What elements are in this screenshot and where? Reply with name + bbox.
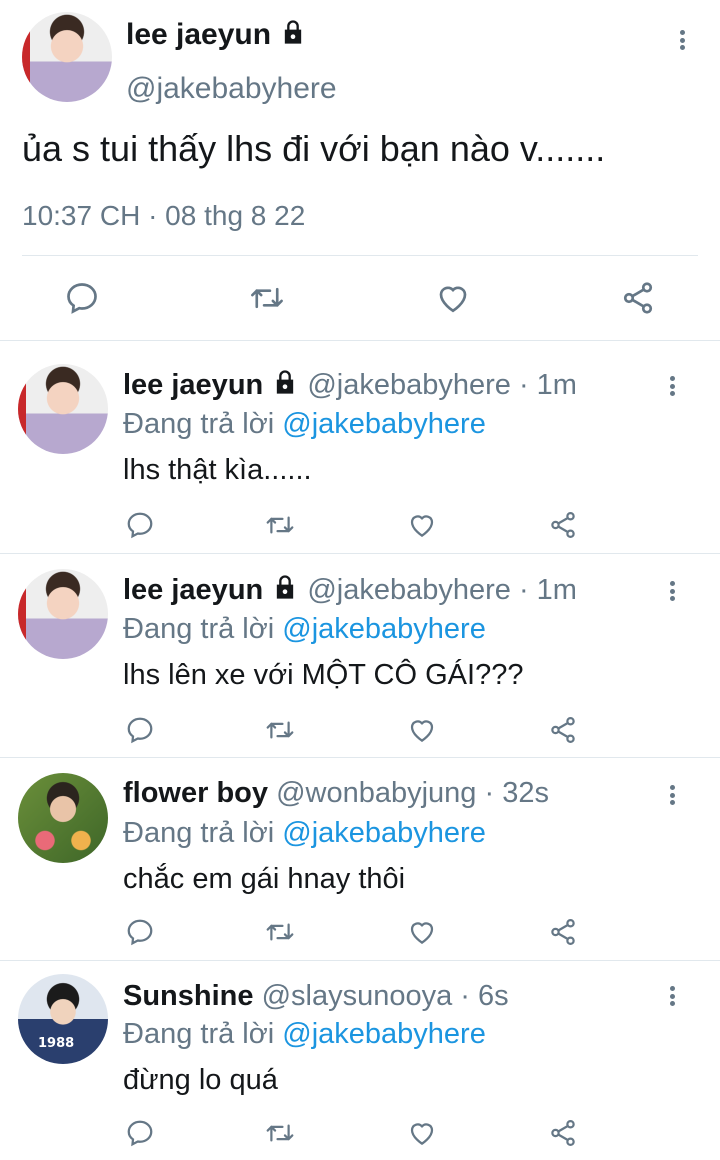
avatar[interactable] — [18, 569, 108, 659]
main-tweet: lee jaeyun @jakebabyhere ủa s tui thấy l… — [0, 0, 720, 340]
replying-to: Đang trả lời @jakebabyhere — [123, 408, 486, 440]
reply-header: lee jaeyun @jakebabyhere · 1m — [123, 368, 577, 402]
retweet-icon[interactable] — [264, 510, 296, 540]
reply-text: lhs thật kìa...... — [123, 454, 312, 486]
like-icon[interactable] — [406, 715, 438, 745]
avatar[interactable] — [18, 364, 108, 454]
relative-time: · 1m — [518, 369, 577, 401]
share-icon[interactable] — [620, 280, 656, 316]
like-icon[interactable] — [406, 917, 438, 947]
more-options-icon[interactable] — [672, 26, 692, 54]
replying-to: Đang trả lời @jakebabyhere — [123, 1018, 486, 1050]
like-icon[interactable] — [434, 280, 472, 316]
reply-icon[interactable] — [64, 280, 100, 316]
relative-time: · 1m — [518, 574, 577, 606]
relative-time: · 32s — [484, 777, 549, 809]
share-icon[interactable] — [548, 917, 578, 947]
reply-header: Sunshine @slaysunooya · 6s — [123, 980, 509, 1013]
display-name[interactable]: lee jaeyun — [126, 18, 307, 52]
like-icon[interactable] — [406, 510, 438, 540]
lock-icon — [284, 20, 302, 44]
share-icon[interactable] — [548, 1118, 578, 1148]
avatar[interactable] — [18, 974, 108, 1064]
mention-link[interactable]: @jakebabyhere — [282, 817, 486, 849]
share-icon[interactable] — [548, 715, 578, 745]
share-icon[interactable] — [548, 510, 578, 540]
divider — [0, 553, 720, 554]
retweet-icon[interactable] — [248, 280, 286, 316]
reply-header: flower boy @wonbabyjung · 32s — [123, 777, 549, 810]
reply-icon[interactable] — [125, 510, 155, 540]
retweet-icon[interactable] — [264, 715, 296, 745]
reply-header: lee jaeyun @jakebabyhere · 1m — [123, 573, 577, 607]
handle[interactable]: @wonbabyjung — [276, 777, 476, 809]
retweet-icon[interactable] — [264, 917, 296, 947]
divider — [0, 340, 720, 341]
more-options-icon[interactable] — [662, 982, 682, 1010]
mention-link[interactable]: @jakebabyhere — [282, 408, 486, 440]
like-icon[interactable] — [406, 1118, 438, 1148]
tweet-text: ủa s tui thấy lhs đi với bạn nào v......… — [22, 128, 606, 169]
divider — [0, 757, 720, 758]
replying-to: Đang trả lời @jakebabyhere — [123, 613, 486, 645]
reply-text: đừng lo quá — [123, 1064, 278, 1096]
timestamp: 10:37 CH · 08 thg 8 22 — [22, 200, 306, 231]
relative-time: · 6s — [460, 980, 509, 1012]
handle[interactable]: @jakebabyhere — [307, 574, 511, 606]
reply-tweet[interactable]: lee jaeyun @jakebabyhere · 1m Đang trả l… — [0, 555, 720, 755]
display-name[interactable]: Sunshine — [123, 980, 254, 1012]
reply-text: chắc em gái hnay thôi — [123, 863, 406, 895]
lock-icon — [277, 575, 294, 599]
divider — [22, 255, 698, 256]
display-name[interactable]: lee jaeyun — [123, 369, 263, 401]
replying-to: Đang trả lời @jakebabyhere — [123, 817, 486, 849]
reply-icon[interactable] — [125, 917, 155, 947]
handle[interactable]: @jakebabyhere — [307, 369, 511, 401]
more-options-icon[interactable] — [662, 781, 682, 809]
mention-link[interactable]: @jakebabyhere — [282, 1018, 486, 1050]
reply-tweet[interactable]: lee jaeyun @jakebabyhere · 1m Đang trả l… — [0, 342, 720, 552]
reply-tweet[interactable]: Sunshine @slaysunooya · 6s Đang trả lời … — [0, 962, 720, 1160]
more-options-icon[interactable] — [662, 372, 682, 400]
reply-icon[interactable] — [125, 715, 155, 745]
more-options-icon[interactable] — [662, 577, 682, 605]
lock-icon — [277, 370, 294, 394]
avatar[interactable] — [22, 12, 112, 102]
reply-tweet[interactable]: flower boy @wonbabyjung · 32s Đang trả l… — [0, 759, 720, 959]
handle[interactable]: @slaysunooya — [262, 980, 453, 1012]
mention-link[interactable]: @jakebabyhere — [282, 613, 486, 645]
divider — [0, 960, 720, 961]
reply-icon[interactable] — [125, 1118, 155, 1148]
handle[interactable]: @jakebabyhere — [126, 72, 337, 106]
display-name[interactable]: lee jaeyun — [123, 574, 263, 606]
avatar[interactable] — [18, 773, 108, 863]
retweet-icon[interactable] — [264, 1118, 296, 1148]
display-name[interactable]: flower boy — [123, 777, 268, 809]
reply-text: lhs lên xe với MỘT CÔ GÁI??? — [123, 659, 524, 691]
